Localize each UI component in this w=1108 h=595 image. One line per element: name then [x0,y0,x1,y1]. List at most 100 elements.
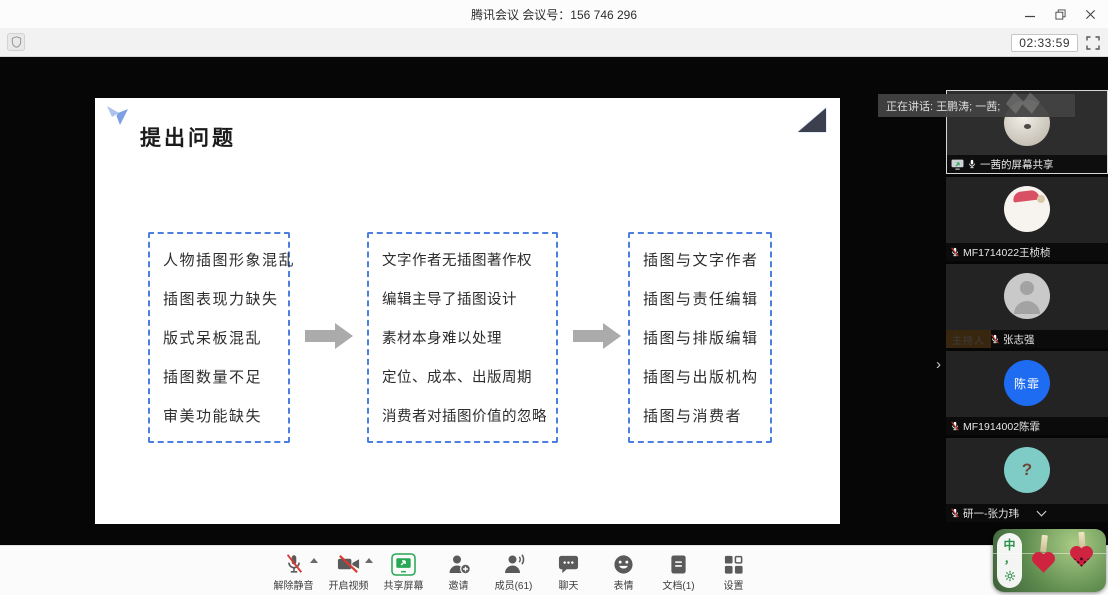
window-title: 腾讯会议 会议号：156 746 296 [471,6,637,23]
expand-list-chevron[interactable] [1037,507,1047,517]
toolbar-label: 聊天 [559,577,579,592]
mic-muted-icon [283,553,305,575]
toolbar-label: 设置 [724,577,744,592]
box-item: 插图与责任编辑 [643,288,770,309]
chat-icon [557,554,580,575]
ime-punctuation-button[interactable]: ， [1004,556,1015,565]
box-item: 插图与文字作者 [643,249,770,270]
share-screen-icon [391,553,416,576]
participant-name: 一茜的屏幕共享 [980,157,1054,172]
meeting-topbar: 02:33:59 [0,28,1108,57]
minimize-button[interactable] [1022,6,1038,22]
box-item: 插图表现力缺失 [163,288,288,309]
problem-box-3: 插图与文字作者 插图与责任编辑 插图与排版编辑 插图与出版机构 插图与消费者 [628,232,772,443]
slide-corner-decoration [798,108,826,132]
caret-up-icon[interactable] [310,558,318,563]
video-tile[interactable]: 陈霏 MF1914002陈霏 [946,351,1108,435]
video-tile[interactable]: ? 研一-张力玮 [946,438,1108,522]
slide-logo-icon [104,104,131,134]
members-icon [502,553,526,575]
box-item: 素材本身难以处理 [382,327,556,348]
arrow-right-icon [305,323,355,349]
restore-button[interactable] [1052,6,1068,22]
toolbar-label: 文档(1) [662,577,694,592]
minimize-icon [1024,8,1036,20]
participant-avatar: ? [1004,447,1050,493]
bottom-toolbar: 解除静音 开启视频 共享屏幕 邀请 [0,545,1108,595]
ime-settings-gear-icon[interactable] [1004,570,1016,582]
box-item: 文字作者无插图著作权 [382,249,556,270]
toolbar-label: 共享屏幕 [384,577,424,592]
arrow-right-icon [573,323,623,349]
caret-up-icon[interactable] [365,558,373,563]
participant-name: MF1914002陈霏 [963,419,1040,434]
participant-name: 张志强 [1003,332,1035,347]
video-tile[interactable]: MF1714022王桢桢 [946,177,1108,261]
settings-icon [723,554,744,575]
box-item: 编辑主导了插图设计 [382,288,556,309]
toolbar-item-members[interactable]: 成员(61) [486,546,541,595]
mic-muted-icon [950,507,960,519]
box-item: 版式呆板混乱 [163,327,288,348]
close-button[interactable] [1082,6,1098,22]
box-item: 消费者对插图价值的忽略 [382,405,556,426]
fullscreen-button[interactable] [1086,36,1100,50]
problem-box-1: 人物插图形象混乱 插图表现力缺失 版式呆板混乱 插图数量不足 审美功能缺失 [148,232,290,443]
box-item: 定位、成本、出版周期 [382,366,556,387]
speaking-banner: 正在讲话: 王鹏涛; 一茜; [878,94,1075,117]
participant-name: 研一-张力玮 [963,506,1019,521]
document-icon [669,554,688,575]
box-item: 插图与消费者 [643,405,770,426]
toolbar-item-invite[interactable]: 邀请 [431,546,486,595]
toolbar-item-chat[interactable]: 聊天 [541,546,596,595]
invite-icon [447,553,471,575]
mic-on-icon [967,158,977,170]
box-item: 插图数量不足 [163,366,288,387]
toolbar-label: 开启视频 [329,577,369,592]
box-item: 插图与排版编辑 [643,327,770,348]
speaking-banner-text: 正在讲话: 王鹏涛; 一茜; [886,98,1000,114]
toolbar-item-share-screen[interactable]: 共享屏幕 [376,546,431,595]
box-item: 插图与出版机构 [643,366,770,387]
video-tile-host[interactable]: 主持人 张志强 [946,264,1108,348]
emoji-icon [613,554,634,575]
slide-title: 提出问题 [140,122,236,152]
participant-avatar [1004,273,1050,319]
box-item: 审美功能缺失 [163,405,288,426]
heart-decoration [1072,548,1090,566]
box-item: 人物插图形象混乱 [163,249,288,270]
toolbar-label: 成员(61) [495,577,533,592]
collapse-sidebar-chevron[interactable]: › [936,357,941,372]
toolbar-item-docs[interactable]: 文档(1) [651,546,706,595]
stage: 提出问题 人物插图形象混乱 插图表现力缺失 版式呆板混乱 插图数量不足 审美功能… [0,57,1108,545]
toolbar-item-unmute[interactable]: 解除静音 [266,546,321,595]
shared-slide: 提出问题 人物插图形象混乱 插图表现力缺失 版式呆板混乱 插图数量不足 审美功能… [95,98,840,524]
ime-widget[interactable]: 中 ， [993,529,1106,592]
security-button[interactable] [7,33,25,51]
meeting-window: 腾讯会议 会议号：156 746 296 02:33:59 [0,0,1108,595]
toolbar-item-start-video[interactable]: 开启视频 [321,546,376,595]
ime-toolbar: 中 ， [997,533,1022,588]
watermark [1008,96,1038,110]
screen-share-icon [951,159,964,170]
video-sidebar: 一茜的屏幕共享 MF1714022王桢桢 主持人 张志强 陈霏 [946,90,1108,522]
participant-avatar: 陈霏 [1004,360,1050,406]
toolbar-label: 解除静音 [274,577,314,592]
toolbar-item-settings[interactable]: 设置 [706,546,761,595]
toolbar-item-emoji[interactable]: 表情 [596,546,651,595]
problem-box-2: 文字作者无插图著作权 编辑主导了插图设计 素材本身难以处理 定位、成本、出版周期… [367,232,558,443]
heart-decoration [1034,554,1052,572]
shield-icon [11,36,22,48]
mic-muted-icon [950,420,960,432]
camera-off-icon [336,553,361,575]
meeting-timer: 02:33:59 [1011,34,1078,52]
fullscreen-icon [1086,36,1100,50]
participant-avatar [1004,186,1050,232]
ime-mode-button[interactable]: 中 [1003,539,1015,551]
window-titlebar: 腾讯会议 会议号：156 746 296 [0,0,1108,28]
restore-icon [1055,9,1066,20]
close-icon [1085,9,1096,20]
mic-muted-icon [990,333,1000,345]
participant-name: MF1714022王桢桢 [963,245,1051,260]
clothespin-decoration [1040,535,1048,553]
